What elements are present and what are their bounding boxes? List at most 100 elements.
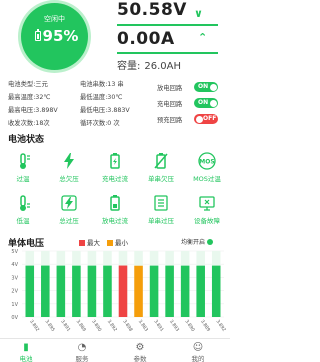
mos-icon: MOS [198,152,216,170]
lightning-icon [64,153,74,169]
soc-circle: 空闲中 95% [21,3,88,70]
precharge-label: 预充回路 [157,117,183,124]
nav-service[interactable]: ◔ 服务 [62,342,102,362]
battery-charge-icon [110,153,120,169]
y-tick-label: 5V [11,249,18,255]
cell-value-label: 3.898 [121,319,133,333]
status-cell-overvolt: 单串过压 [138,194,184,225]
status-label: MOS过温 [193,175,221,183]
status-label: 过温 [16,175,30,183]
max-temp: 最高温度:32℃ [8,94,51,101]
battery-discharge-icon [110,195,120,211]
nav-label: 服务 [75,355,89,362]
cycle-count: 循环次数:0 次 [80,120,120,127]
cell-bar [134,265,143,317]
nav-profile[interactable]: ☺ 我的 [178,342,218,362]
discharge-label: 放电回路 [157,85,183,92]
device-fault-icon [199,196,215,211]
discharge-toggle[interactable]: ON [194,82,218,92]
status-label: 总欠压 [59,175,79,183]
cell-value-label: 3.890 [184,319,196,333]
service-icon: ◔ [77,342,87,353]
cell-value-label: 3.892 [106,319,118,333]
status-label: 低温 [16,217,30,225]
status-label: 设备故障 [194,217,220,225]
status-label: 单串过压 [148,217,174,225]
current-underline [117,52,218,54]
status-cell-undervolt: 单串欠压 [138,152,184,183]
list-icon [154,195,168,211]
bottom-nav: ▮ 电池 ◔ 服务 ⚙ 参数 ☺ 我的 [0,338,230,362]
status-lowtemp: 低温 [0,194,46,225]
battery-nav-icon: ▮ [23,342,29,353]
cell-voltage-chart: 0V1V2V3V4V5V3.892 3.895 3.891 3.889 3.890 3.8… [11,249,227,333]
nav-label: 我的 [191,355,205,362]
series-count: 电池串数:13 串 [80,81,124,88]
cell-bar [211,265,221,317]
cell-value-label: 3.892 [28,319,40,333]
min-temp: 最低温度:30℃ [80,94,123,101]
capacity-value: 26.0AH [144,61,182,72]
svg-text:MOS: MOS [199,159,214,166]
nav-label: 电池 [19,355,33,362]
y-tick-label: 3V [11,275,18,281]
battery-slash-icon [154,153,168,169]
cell-value-label: 3.889 [75,319,87,333]
cell-bar [118,265,128,317]
status-section-title: 电池状态 [8,135,45,145]
nav-label: 参数 [133,355,147,362]
recv-count: 收发次数:18次 [8,120,50,127]
status-total-overvolt: 总过压 [46,194,92,225]
status-label: 单串欠压 [148,175,174,183]
cell-bar [180,265,190,317]
cell-bar [56,265,66,317]
cell-value-label: 3.893 [168,319,180,333]
voltage-value: 50.58V [117,0,187,20]
status-device-fault: 设备故障 [184,194,230,225]
y-tick-label: 1V [11,302,18,308]
cell-value-label: 3.889 [199,319,211,333]
cell-value-label: 3.890 [90,319,102,333]
y-tick-label: 0V [11,315,18,321]
battery-type: 电池类型:三元 [8,81,48,88]
voltage-underline [117,24,218,26]
status-label: 放电过流 [102,217,128,225]
cell-value-label: 3.895 [44,319,56,333]
y-tick-label: 2V [11,289,18,295]
min-cell-voltage: 最低电压:3.883V [80,107,130,114]
y-tick-label: 4V [11,262,18,268]
status-label: 充电过流 [102,175,128,183]
cell-bar [72,265,81,317]
cell-value-label: 3.883 [137,319,149,333]
status-discharge-overcurrent: 放电过流 [92,194,138,225]
capacity-label: 容量: [117,61,141,72]
cell-value-label: 3.891 [59,319,71,333]
cell-bar [41,265,50,317]
battery-status: 空闲中 [44,15,65,23]
capacity: 容量: 26.0AH [117,57,181,72]
current-value: 0.00A [117,29,175,49]
nav-battery[interactable]: ▮ 电池 [6,342,46,362]
cell-bar [149,265,159,317]
cell-bar [103,265,112,317]
charge-toggle[interactable]: ON [194,98,218,108]
lightning-box-icon [61,195,77,211]
cell-bar [25,265,35,317]
profile-icon: ☺ [192,342,204,353]
current-icon: ⌃ [198,31,208,44]
cell-bar [196,265,205,317]
thermometer-icon [20,153,30,169]
cell-bar [165,265,174,317]
nav-params[interactable]: ⚙ 参数 [120,342,160,362]
thermometer-low-icon [20,195,30,211]
status-label: 总过压 [59,217,79,225]
status-total-undervolt: 总欠压 [46,152,92,183]
cell-value-label: 3.891 [152,319,164,333]
params-icon: ⚙ [135,342,145,353]
cell-value-label: 3.892 [215,319,227,333]
precharge-toggle[interactable]: OFF [194,114,218,124]
cell-bar [87,265,97,317]
status-mos-overtemp: MOS MOS过温 [184,152,230,183]
voltage-icon: ∨ [194,7,203,20]
soc-percent: 95% [42,27,79,45]
